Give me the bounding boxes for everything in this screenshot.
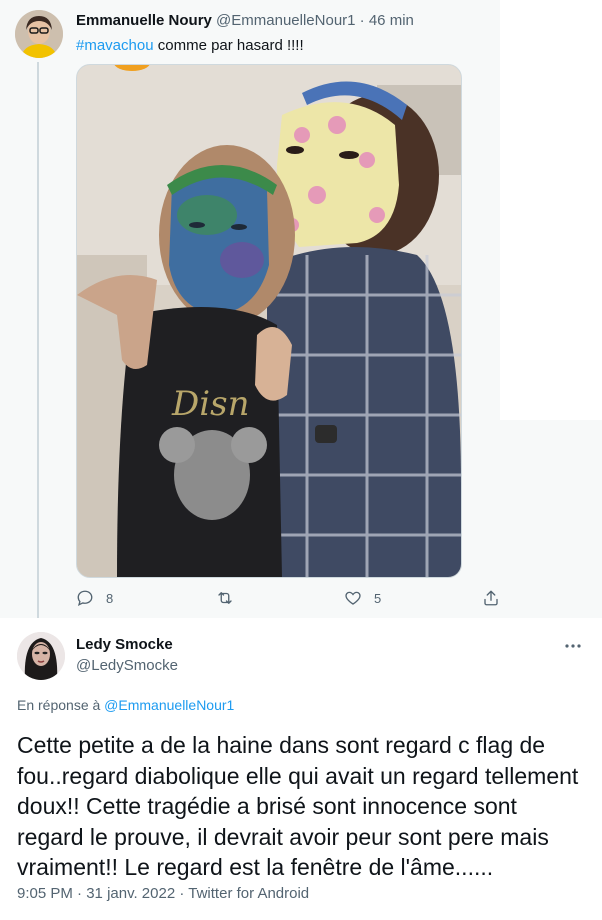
tweet-actions: 8 5 [76,589,506,611]
reply-count: 8 [106,590,114,606]
tweet-text-line: doux!! Cette tragédie a brisé sont innoc… [17,793,517,819]
like-count: 5 [374,590,382,606]
display-name[interactable]: Emmanuelle Noury [76,12,212,29]
tweet-text-body: comme par hasard !!!! [153,37,304,54]
share-button[interactable] [482,589,500,607]
hashtag-link[interactable]: #mavachou [76,37,154,54]
handle[interactable]: @EmmanuelleNour1 [216,12,355,29]
retweet-button[interactable] [216,589,234,607]
reply-handle-link[interactable]: @EmmanuelleNour1 [104,697,234,713]
tweet-text: Cette petite a de la haine dans sont reg… [17,730,587,883]
tweet-date[interactable]: 31 janv. 2022 [86,885,175,902]
avatar-image [15,10,63,58]
tweet-photo[interactable]: Disn [76,64,462,578]
tweet-metadata: 9:05 PM · 31 janv. 2022 · Twitter for An… [17,885,309,902]
display-name[interactable]: Ledy Smocke [76,636,173,653]
tweet-text-line: vraiment!! Le regard est la fenêtre de l… [17,854,494,880]
avatar[interactable] [15,10,63,58]
like-button[interactable]: 5 [344,589,381,607]
separator: · [359,12,365,29]
timestamp[interactable]: 46 min [369,12,414,29]
share-icon [484,590,498,606]
tweet-parent[interactable]: Emmanuelle Noury @EmmanuelleNour1 · 46 m… [0,0,500,620]
tweet-header: Emmanuelle Noury @EmmanuelleNour1 · 46 m… [76,12,414,29]
heart-icon [345,591,361,605]
reply-icon [77,590,93,607]
tweet-text: #mavachou comme par hasard !!!! [76,37,304,54]
tweet-text-line: regard le prouve, il devrait avoir peur … [17,823,549,850]
tweet-text-line: Cette petite a de la haine dans sont reg… [17,732,546,758]
reply-context: En réponse à @EmmanuelleNour1 [17,697,234,713]
tweet-source[interactable]: Twitter for Android [188,885,309,902]
reply-prefix: En réponse à [17,697,105,713]
avatar-image [17,632,65,680]
photo-image: Disn [77,65,461,577]
more-dots-icon[interactable] [563,636,583,656]
retweet-icon [218,592,232,604]
separator: · [179,885,185,902]
handle[interactable]: @LedySmocke [76,657,178,674]
svg-text:Disn: Disn [171,384,249,424]
tweet-time[interactable]: 9:05 PM [17,885,73,902]
avatar[interactable] [17,632,65,680]
reply-button[interactable]: 8 [76,589,113,607]
thread-line [37,62,39,620]
tweet-text-line: fou..regard diabolique elle qui avait un… [17,762,579,789]
separator: · [77,885,83,902]
background-panel [500,0,602,420]
